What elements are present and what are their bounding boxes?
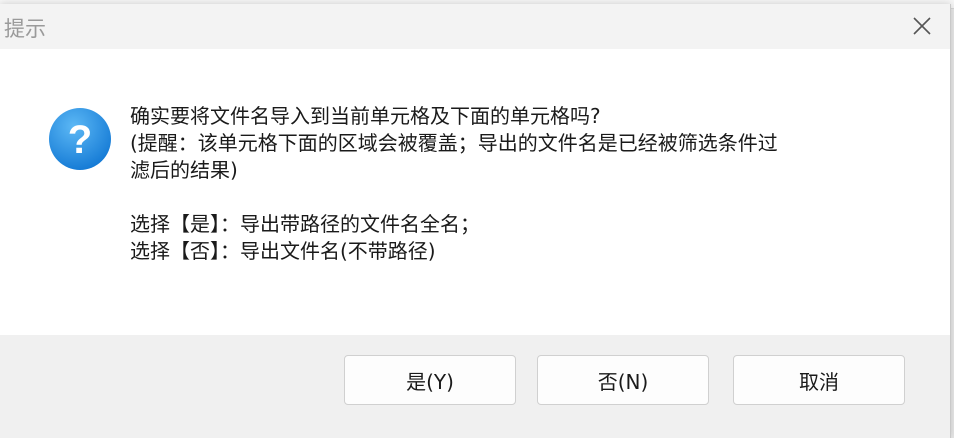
prompt-dialog: 提示 ? 确实要将文件名导入到当前单元格及下面的单元格吗? (提醒：该单元格下面… — [0, 4, 951, 438]
question-icon: ? — [49, 108, 111, 170]
message-line-2: (提醒：该单元格下面的区域会被覆盖；导出的文件名是已经被筛选条件过 — [130, 131, 778, 155]
close-button[interactable] — [906, 12, 938, 40]
close-icon — [913, 17, 931, 35]
no-button[interactable]: 否(N) — [537, 355, 709, 405]
message-line-5: 选择【否】：导出文件名(不带路径) — [130, 239, 436, 263]
message-line-3: 滤后的结果) — [130, 158, 238, 182]
cancel-button[interactable]: 取消 — [733, 355, 905, 405]
dialog-footer: 是(Y) 否(N) 取消 — [0, 335, 950, 438]
dialog-content: ? 确实要将文件名导入到当前单元格及下面的单元格吗? (提醒：该单元格下面的区域… — [0, 49, 950, 335]
dialog-titlebar: 提示 — [0, 4, 950, 49]
yes-button[interactable]: 是(Y) — [344, 355, 516, 405]
dialog-title: 提示 — [4, 17, 46, 41]
message-line-1: 确实要将文件名导入到当前单元格及下面的单元格吗? — [130, 104, 601, 128]
svg-text:?: ? — [68, 118, 92, 162]
dialog-message: 确实要将文件名导入到当前单元格及下面的单元格吗? (提醒：该单元格下面的区域会被… — [130, 103, 930, 265]
message-line-4: 选择【是】：导出带路径的文件名全名； — [130, 212, 480, 236]
